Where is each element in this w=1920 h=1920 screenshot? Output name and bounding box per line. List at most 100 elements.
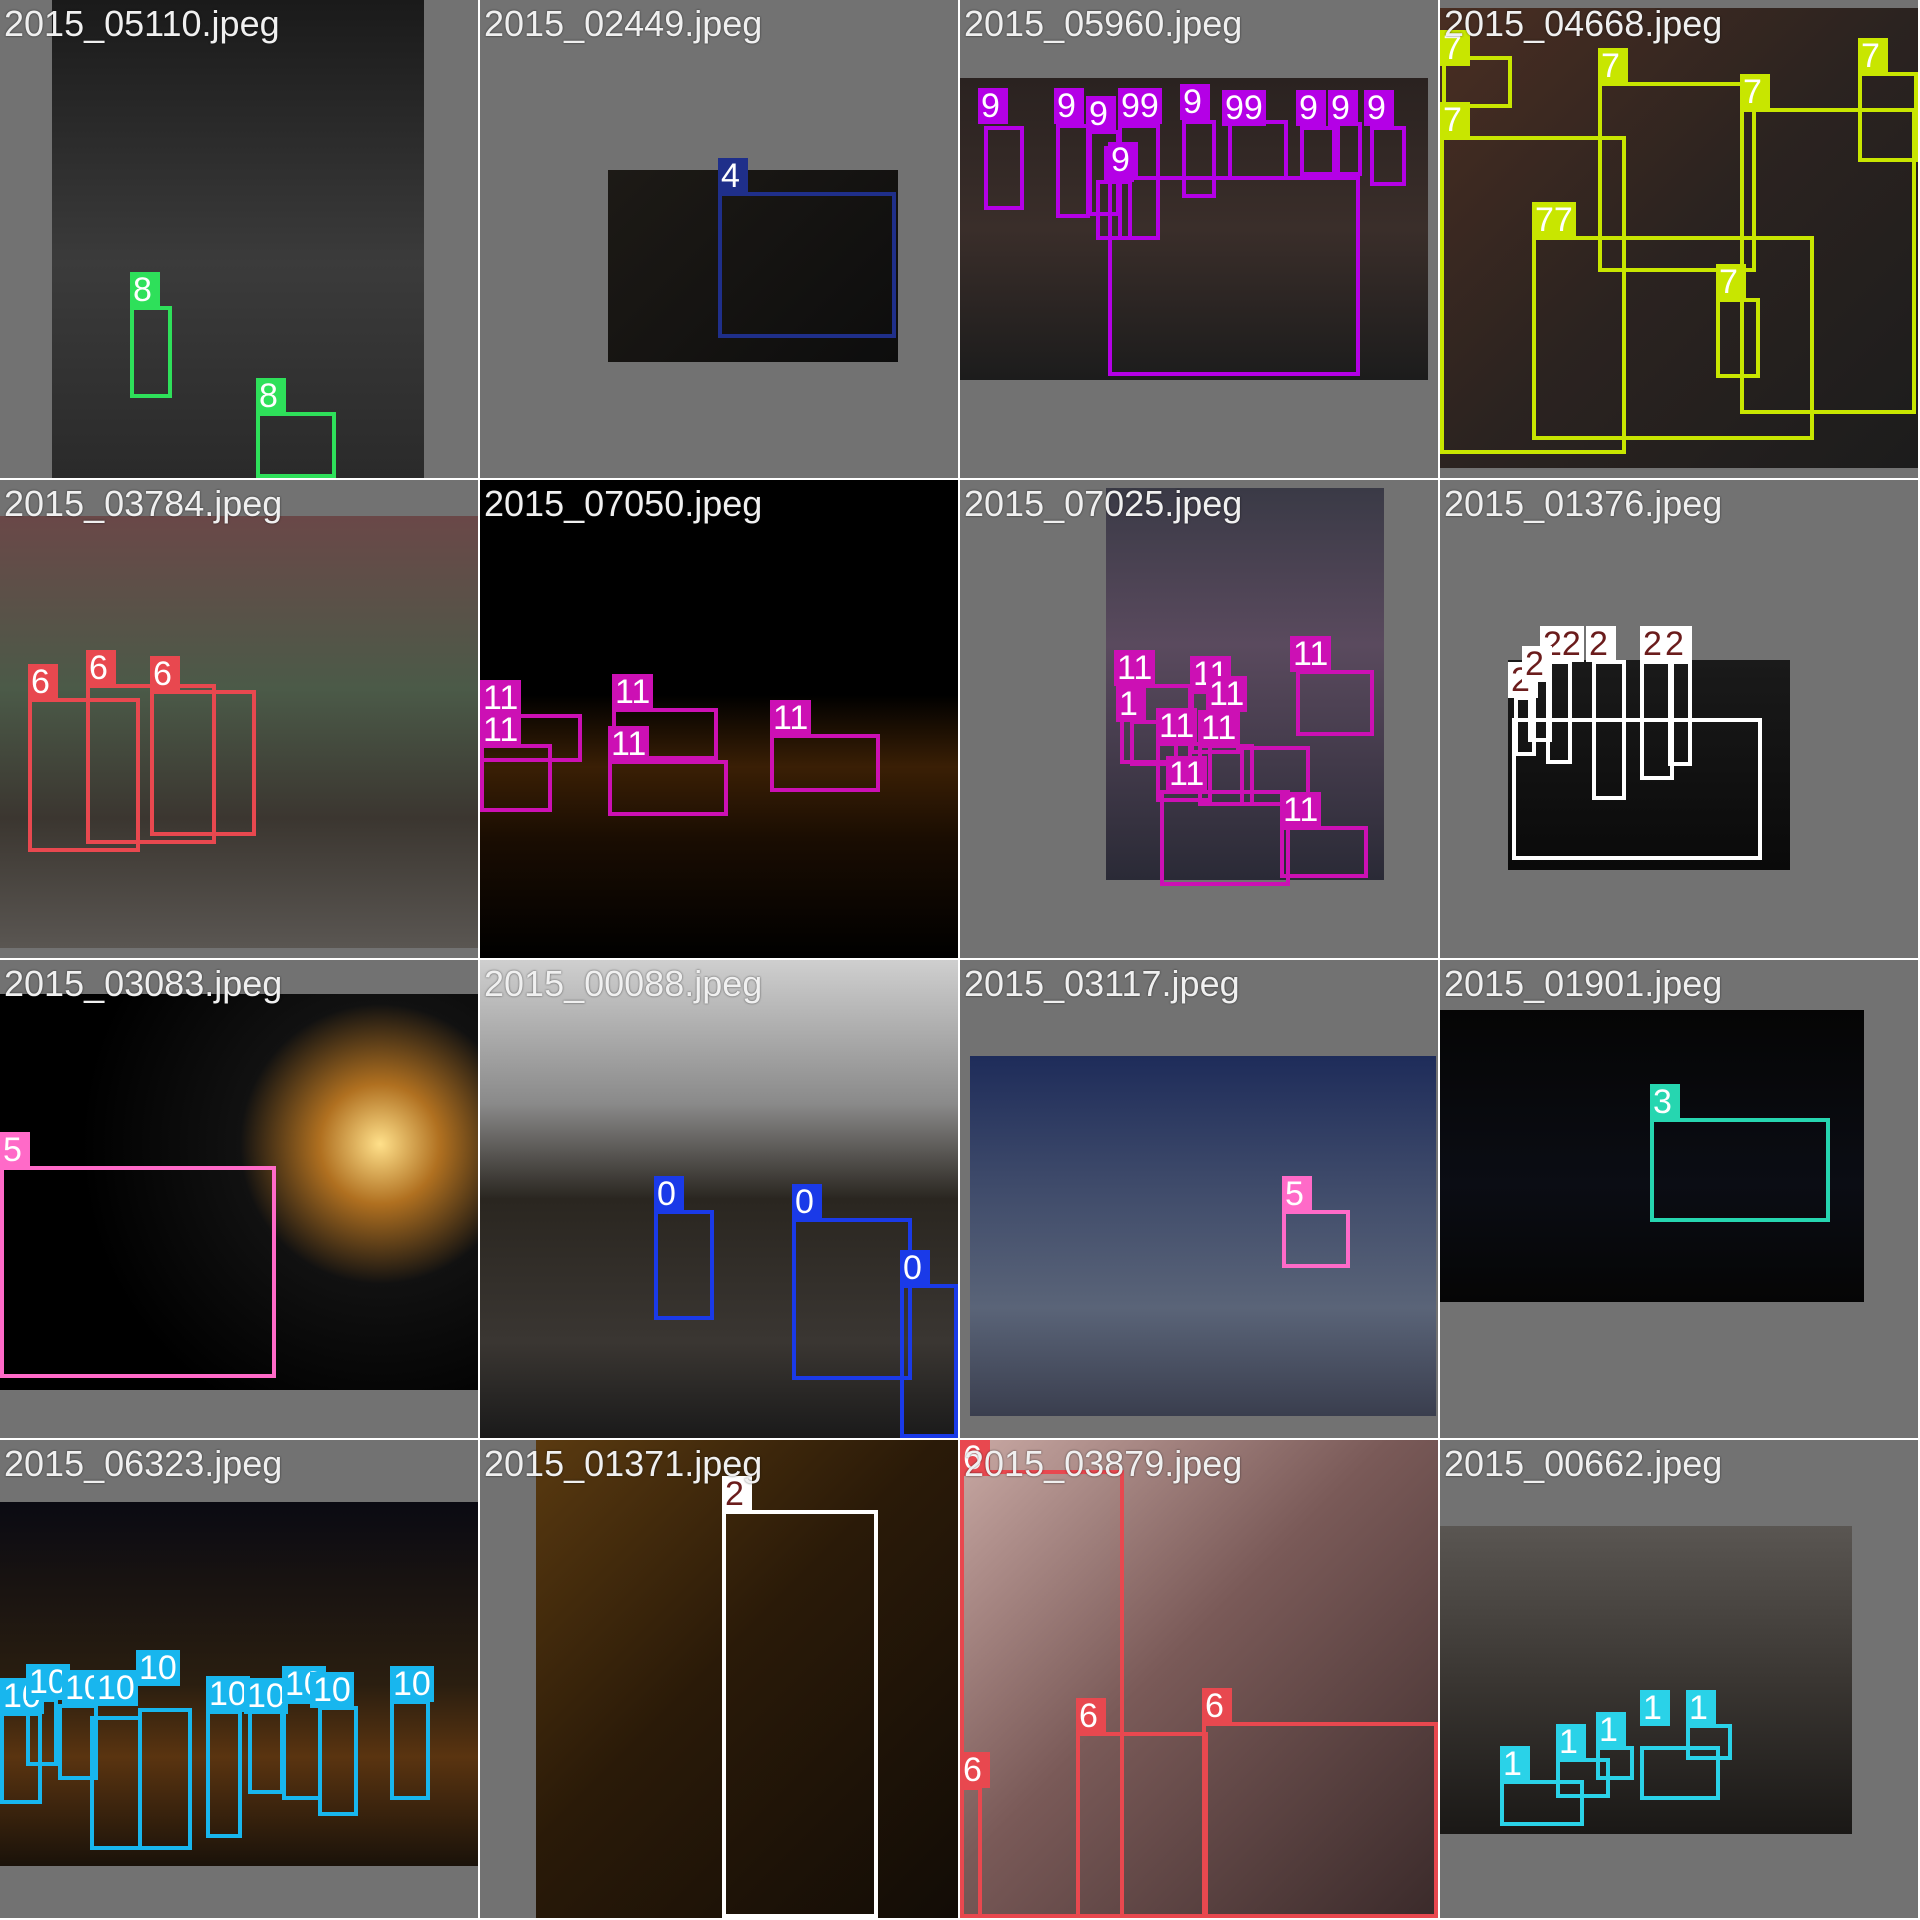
tile-filename: 2015_00662.jpeg <box>1444 1443 1723 1484</box>
tile-filename: 2015_03083.jpeg <box>4 963 283 1004</box>
detection-label: 6 <box>1202 1688 1232 1724</box>
detection-box <box>1370 126 1406 186</box>
detection-box <box>90 1716 142 1850</box>
detection-box <box>1228 120 1288 180</box>
detection-box <box>1716 298 1760 378</box>
detection-label: 7 <box>1440 102 1470 138</box>
detection-box <box>390 1700 430 1800</box>
detection-box <box>770 734 880 792</box>
detection-label: 6 <box>28 664 58 700</box>
detection-label: 6 <box>150 656 180 692</box>
detection-box <box>1076 1732 1208 1918</box>
detection-mosaic: 2015_05110.jpeg 8 8 2015_02449.jpeg 4 20… <box>0 0 1920 1920</box>
detection-label: 5 <box>0 1132 30 1168</box>
detection-label: 0 <box>654 1176 684 1212</box>
detection-label: 11 <box>1290 636 1332 672</box>
tile-2015-01371: 2015_01371.jpeg 2 <box>480 1440 958 1918</box>
detection-box <box>0 1166 276 1378</box>
tile-2015-02449: 2015_02449.jpeg 4 <box>480 0 958 478</box>
detection-box <box>722 1510 878 1918</box>
detection-label: 2 <box>1662 626 1692 662</box>
tile-filename: 2015_04668.jpeg <box>1444 3 1723 44</box>
detection-label: 11 <box>1280 792 1322 828</box>
detection-box <box>1282 1210 1350 1268</box>
detection-box <box>480 744 552 812</box>
detection-box <box>984 126 1024 210</box>
tile-2015-03083: 2015_03083.jpeg 5 <box>0 960 478 1438</box>
tile-2015-03879: 2015_03879.jpeg 6 6 6 6 <box>960 1440 1438 1918</box>
detection-box <box>1160 790 1290 886</box>
detection-label: 1 <box>1500 1746 1530 1782</box>
detection-label: 8 <box>256 378 286 414</box>
tile-filename: 2015_00088.jpeg <box>484 963 763 1004</box>
tile-2015-05110: 2015_05110.jpeg 8 8 <box>0 0 478 478</box>
detection-label: 9 <box>1364 90 1394 126</box>
detection-box <box>900 1284 958 1438</box>
detection-label: 11 <box>480 712 522 748</box>
detection-label: 1 <box>1596 1712 1626 1748</box>
tile-2015-01376: 2015_01376.jpeg 22 2 2 2 2 2 <box>1440 480 1918 958</box>
detection-label: 7 <box>1716 264 1746 300</box>
detection-label: 9 <box>978 88 1008 124</box>
detection-label: 9 <box>1054 88 1084 124</box>
detection-label: 1 <box>1686 1690 1716 1726</box>
detection-label: 3 <box>1650 1084 1680 1120</box>
detection-box <box>1108 176 1360 376</box>
detection-box <box>960 1786 982 1918</box>
tile-2015-06323: 2015_06323.jpeg 10 10 10 10 10 10 10 10 … <box>0 1440 478 1918</box>
detection-label: 77 <box>1532 202 1576 238</box>
detection-label: 10 <box>390 1666 434 1702</box>
detection-label: 9 <box>1180 84 1210 120</box>
detection-label: 1 <box>1556 1724 1586 1760</box>
tile-2015-00088: 2015_00088.jpeg 0 0 0 <box>480 960 958 1438</box>
tile-2015-03784: 2015_03784.jpeg 6 6 6 <box>0 480 478 958</box>
detection-label: 4 <box>718 158 748 194</box>
detection-label: 99 <box>1118 88 1162 124</box>
detection-label: 0 <box>900 1250 930 1286</box>
tile-photo <box>970 1056 1436 1416</box>
detection-label: 11 <box>1198 710 1240 746</box>
detection-label: 11 <box>770 700 812 736</box>
detection-label: 11 <box>1206 676 1248 712</box>
detection-label: 7 <box>1740 74 1770 110</box>
tile-filename: 2015_03117.jpeg <box>964 963 1240 1004</box>
detection-box <box>318 1706 358 1816</box>
detection-label: 11 <box>1166 756 1208 792</box>
detection-box <box>1332 122 1362 176</box>
detection-label: 6 <box>1076 1698 1106 1734</box>
tile-filename: 2015_07025.jpeg <box>964 483 1243 524</box>
detection-label: 10 <box>94 1670 138 1706</box>
tile-2015-07025: 2015_07025.jpeg 11 11 1 11 11 11 11 11 1… <box>960 480 1438 958</box>
detection-box <box>1858 72 1918 162</box>
detection-box <box>1280 826 1368 878</box>
tile-filename: 2015_01901.jpeg <box>1444 963 1723 1004</box>
detection-label: 99 <box>1222 90 1266 126</box>
detection-label: 9 <box>1328 90 1358 126</box>
tile-2015-00662: 2015_00662.jpeg 1 1 1 1 1 <box>1440 1440 1918 1918</box>
tile-2015-01901: 2015_01901.jpeg 3 <box>1440 960 1918 1438</box>
detection-box <box>1686 1724 1732 1760</box>
detection-box <box>130 306 172 398</box>
detection-label: 10 <box>136 1650 180 1686</box>
tile-filename: 2015_05110.jpeg <box>4 3 280 44</box>
detection-box <box>608 760 728 816</box>
detection-label: 1 <box>1640 1690 1670 1726</box>
tile-2015-04668: 2015_04668.jpeg 7 7 7 7 7 77 7 <box>1440 0 1918 478</box>
tile-filename: 2015_03879.jpeg <box>964 1443 1243 1484</box>
detection-label: 2 <box>1586 626 1616 662</box>
tile-filename: 2015_01376.jpeg <box>1444 483 1723 524</box>
detection-box <box>206 1710 242 1838</box>
detection-label: 6 <box>960 1752 990 1788</box>
detection-label: 11 <box>612 674 654 710</box>
detection-box <box>792 1218 912 1380</box>
tile-2015-07050: 2015_07050.jpeg 11 11 11 11 11 <box>480 480 958 958</box>
tile-2015-03117: 2015_03117.jpeg 5 <box>960 960 1438 1438</box>
detection-label: 6 <box>86 650 116 686</box>
detection-box <box>1056 124 1090 218</box>
tile-filename: 2015_03784.jpeg <box>4 483 283 524</box>
tile-photo <box>52 0 424 478</box>
detection-label: 11 <box>1156 708 1198 744</box>
detection-label: 5 <box>1282 1176 1312 1212</box>
detection-box <box>1202 1722 1438 1918</box>
detection-label: 9 <box>1108 142 1138 178</box>
